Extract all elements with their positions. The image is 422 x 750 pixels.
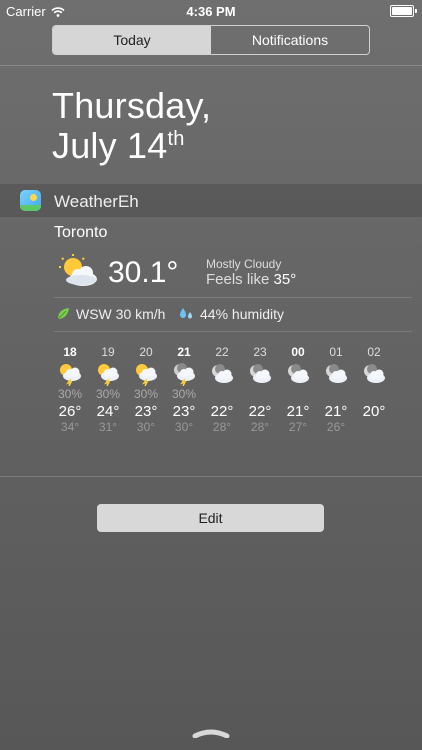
hour-temperature: 21° — [286, 403, 310, 420]
hour-feels-like: 34° — [60, 420, 80, 434]
precip-chance — [203, 387, 241, 403]
hour-feels-like: 26° — [326, 420, 346, 434]
hour-temperature: 21° — [324, 403, 348, 420]
hour-label: 02 — [367, 345, 381, 359]
date-heading: Thursday, July 14th — [52, 86, 211, 166]
precip-chance — [317, 387, 355, 403]
feels-like-value: 35° — [273, 271, 297, 288]
widget-header[interactable]: WeatherEh — [0, 184, 422, 217]
hour-feels-like: 28° — [250, 420, 270, 434]
precip-chance: 30% — [57, 387, 83, 401]
precip-chance: 30% — [171, 387, 197, 401]
hour-label: 19 — [101, 345, 115, 359]
divider — [54, 331, 412, 332]
hour-temperature: 24° — [96, 403, 120, 420]
precip-chance — [241, 387, 279, 403]
hourly-column: 20 30% 23° 30° — [127, 345, 165, 434]
hour-label: 22 — [215, 345, 229, 359]
water-drops-icon — [180, 308, 192, 319]
humidity-text: 44% humidity — [200, 306, 285, 322]
precip-chance — [355, 387, 393, 403]
moon-cloud-icon — [241, 361, 279, 387]
moon-cloud-icon — [317, 361, 355, 387]
hour-feels-like: 30° — [136, 420, 156, 434]
hourly-column: 22 22° 28° — [203, 345, 241, 434]
wind-text: WSW 30 km/h — [76, 306, 166, 322]
tab-today[interactable]: Today — [53, 26, 211, 54]
hour-temperature: 22° — [248, 403, 272, 420]
status-bar: Carrier 4:36 PM — [0, 0, 422, 22]
moon-cloud-icon — [203, 361, 241, 387]
view-segmented-control: Today Notifications — [52, 25, 370, 55]
wind-info: WSW 30 km/h — [56, 306, 165, 322]
header-divider — [0, 65, 422, 66]
hourly-column: 23 22° 28° — [241, 345, 279, 434]
sun-cloud-storm-icon — [51, 361, 89, 387]
sun-cloud-icon — [59, 254, 97, 286]
hour-temperature: 23° — [172, 403, 196, 420]
hour-label: 01 — [329, 345, 343, 359]
divider — [54, 297, 412, 298]
date-weekday: Thursday, — [52, 85, 212, 126]
sun-cloud-storm-icon — [127, 361, 165, 387]
moon-cloud-storm-icon — [165, 361, 203, 387]
hour-temperature: 26° — [58, 403, 82, 420]
status-time: 4:36 PM — [186, 4, 236, 19]
hour-temperature: 20° — [362, 403, 386, 420]
date-month-day: July 14 — [52, 125, 168, 166]
hour-label: 00 — [291, 345, 305, 359]
sun-cloud-storm-icon — [89, 361, 127, 387]
hourly-column: 19 30% 24° 31° — [89, 345, 127, 434]
hourly-column: 01 21° 26° — [317, 345, 355, 434]
hour-temperature: 23° — [134, 403, 158, 420]
hour-label: 21 — [177, 345, 191, 359]
widget-app-name: WeatherEh — [54, 192, 139, 211]
feels-like: Feels like 35° — [206, 271, 296, 288]
hourly-column: 00 21° 27° — [279, 345, 317, 434]
hour-label: 18 — [63, 345, 77, 359]
hour-label: 23 — [253, 345, 267, 359]
humidity-info: 44% humidity — [178, 306, 284, 322]
hour-feels-like: 31° — [98, 420, 118, 434]
condition-text: Mostly Cloudy — [206, 257, 282, 271]
precip-chance — [279, 387, 317, 403]
hour-feels-like: 27° — [288, 420, 308, 434]
moon-cloud-icon — [355, 361, 393, 387]
tab-notifications[interactable]: Notifications — [211, 26, 369, 54]
current-temperature: 30.1° — [108, 256, 179, 289]
hour-label: 20 — [139, 345, 153, 359]
date-ordinal-suffix: th — [167, 128, 185, 150]
hourly-column: 21 30% 23° 30° — [165, 345, 203, 434]
moon-cloud-icon — [279, 361, 317, 387]
hour-feels-like: 28° — [212, 420, 232, 434]
battery-icon — [390, 5, 417, 17]
leaf-icon — [57, 308, 69, 320]
hourly-column: 18 30% 26° 34° — [51, 345, 89, 434]
hour-feels-like: 30° — [174, 420, 194, 434]
hour-temperature: 22° — [210, 403, 234, 420]
weathereh-app-icon — [20, 190, 41, 211]
chevron-up-handle-icon[interactable] — [192, 728, 230, 738]
edit-button[interactable]: Edit — [97, 504, 324, 532]
date-day: July 14th — [52, 126, 211, 166]
precip-chance: 30% — [95, 387, 121, 401]
city-name: Toronto — [54, 224, 108, 241]
precip-chance: 30% — [133, 387, 159, 401]
feels-like-label: Feels like — [206, 271, 274, 288]
widget-bottom-divider — [0, 476, 422, 477]
hourly-column: 02 20° — [355, 345, 393, 420]
